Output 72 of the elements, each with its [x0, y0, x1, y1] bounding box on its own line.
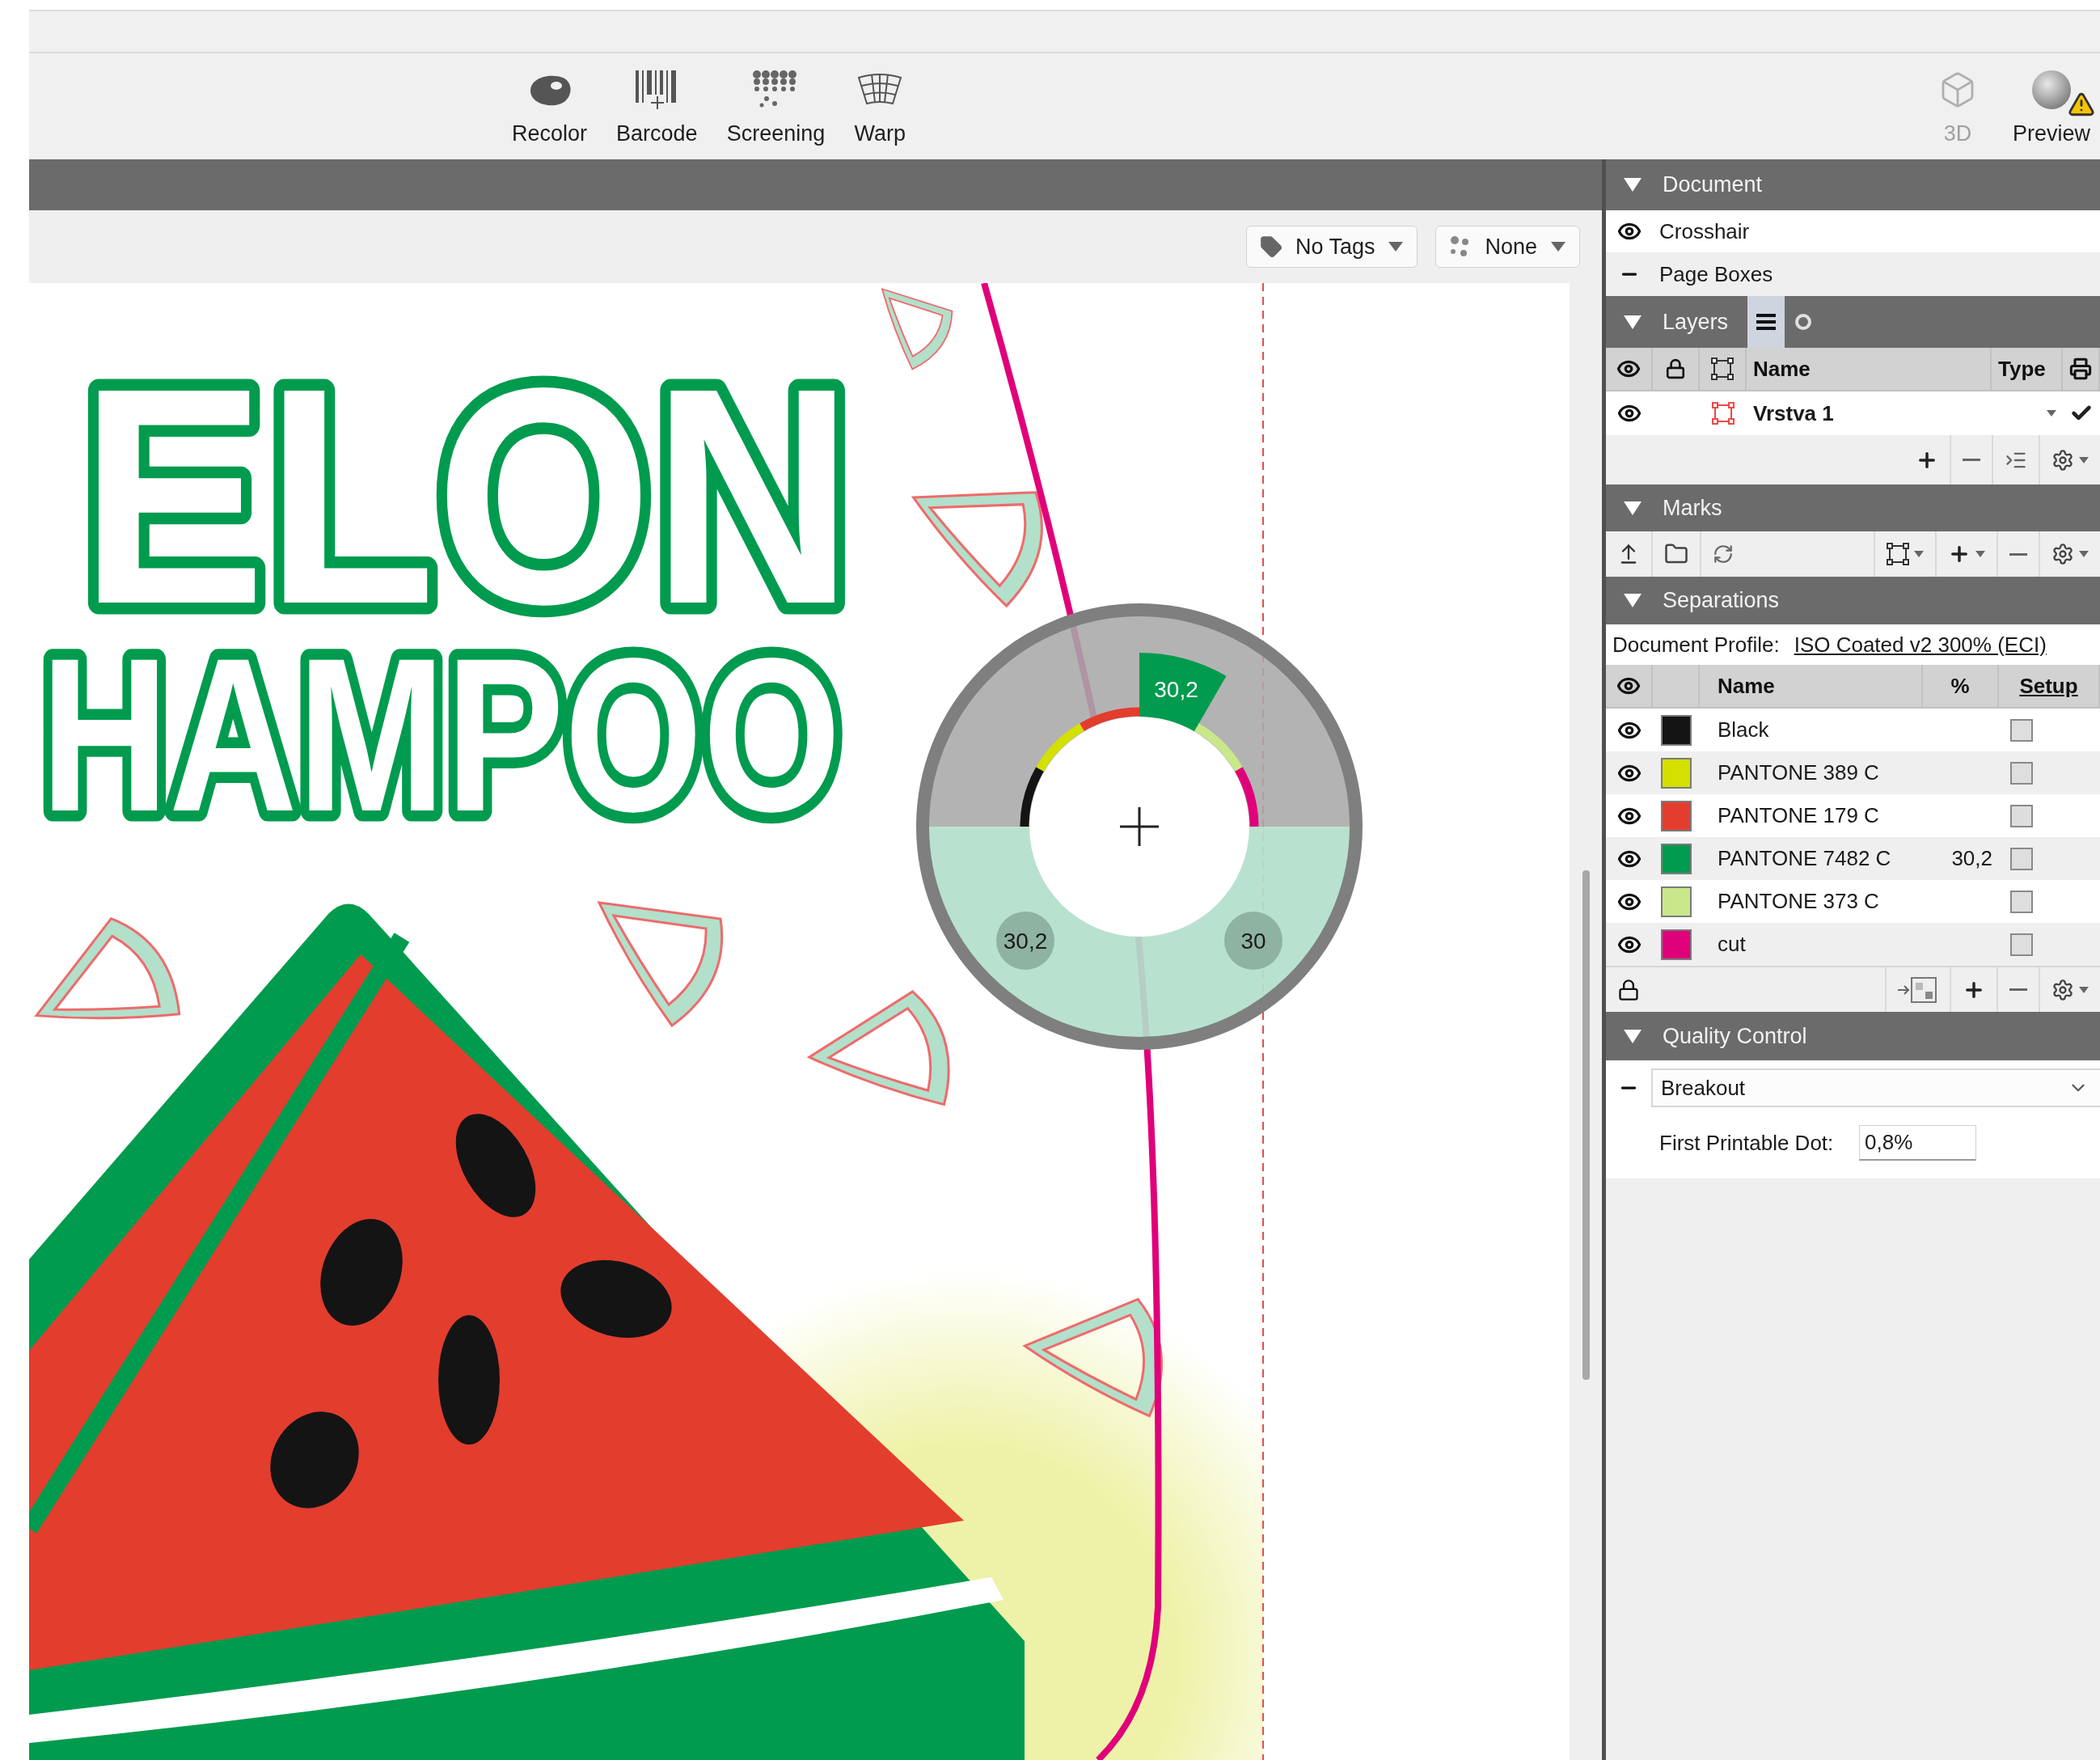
separation-row[interactable]: PANTONE 373 C	[1606, 880, 2100, 923]
settings-icon	[2051, 543, 2074, 565]
printer-icon	[2069, 357, 2092, 381]
caret-icon	[2079, 986, 2089, 993]
setup-checkbox[interactable]	[2010, 890, 2033, 913]
grouping-dropdown[interactable]: None	[1435, 226, 1580, 268]
settings-icon	[2051, 448, 2074, 472]
sphere-icon	[2030, 69, 2073, 111]
setup-checkbox[interactable]	[2010, 718, 2033, 742]
caret-icon	[1914, 551, 1924, 557]
reading-bubble	[1224, 912, 1282, 970]
column-header[interactable]: Name	[1753, 356, 1811, 382]
toolbar-button[interactable]: Recolor	[502, 60, 598, 153]
refresh-icon	[1713, 544, 1734, 565]
circle-icon	[1794, 312, 1814, 332]
lock-icon	[1617, 978, 1640, 1001]
view-tab[interactable]	[1747, 296, 1785, 348]
setup-checkbox[interactable]	[2010, 847, 2033, 870]
caret-icon	[2079, 551, 2089, 557]
field-label: First Printable Dot:	[1658, 1130, 1835, 1156]
caret-icon	[1388, 242, 1405, 252]
separation-percent: 30,2	[1951, 846, 1992, 871]
column-header[interactable]: %	[1950, 673, 1970, 699]
column-header[interactable]: Name	[1718, 673, 1775, 699]
separation-name: PANTONE 179 C	[1718, 803, 1879, 828]
caret-icon	[1975, 551, 1985, 557]
input-field[interactable]: 0,8%	[1859, 1125, 1976, 1161]
column-header[interactable]: Type	[1998, 356, 2046, 382]
toolbar-button[interactable]: Preview	[2002, 60, 2100, 153]
settings-icon	[2051, 978, 2074, 1001]
minus-icon	[2009, 988, 2027, 991]
setup-checkbox[interactable]	[2010, 761, 2033, 785]
separation-name: Black	[1718, 717, 1769, 742]
tab-reading: 30,2	[1154, 677, 1198, 702]
check-select[interactable]: Breakout	[1651, 1068, 2100, 1107]
toolbar-button[interactable]: Screening	[716, 60, 835, 153]
reading-value: 30	[1240, 929, 1266, 954]
column-header[interactable]: Setup	[2019, 673, 2078, 699]
profile-link[interactable]: ISO Coated v2 300% (ECI)	[1794, 632, 2047, 658]
separation-arc[interactable]	[1020, 767, 1044, 827]
minus-icon	[2009, 552, 2027, 556]
separation-tab[interactable]	[1139, 653, 1227, 732]
frame-icon	[1712, 402, 1735, 425]
caret-icon	[1550, 242, 1566, 252]
caret-icon	[2047, 410, 2056, 417]
setup-checkbox[interactable]	[2010, 933, 2033, 956]
setup-checkbox[interactable]	[2010, 804, 2033, 827]
scrollbar-thumb[interactable]	[1582, 870, 1590, 1380]
crosshair-icon	[1120, 807, 1159, 846]
separation-name: PANTONE 7482 C	[1718, 846, 1891, 871]
separation-row[interactable]: PANTONE 179 C	[1606, 794, 2100, 837]
minus-icon	[1963, 459, 1980, 461]
profile-label: Document Profile:	[1612, 632, 1780, 658]
toolbar-button[interactable]: Warp	[844, 60, 916, 153]
arrow-grid-icon	[1898, 975, 1938, 1004]
list-icon	[1756, 313, 1777, 331]
document-item[interactable]: Crosshair	[1606, 210, 2100, 252]
frame-icon	[1711, 358, 1734, 380]
layer-name: Vrstva 1	[1753, 400, 1834, 426]
frame-plus-icon	[1887, 543, 1909, 565]
reading-value: 30,2	[1003, 929, 1048, 954]
tags-dropdown[interactable]: No Tags	[1245, 226, 1418, 268]
layer-row[interactable]: Vrstva 1	[1606, 391, 2100, 435]
caret-icon	[2079, 456, 2089, 463]
separation-name: cut	[1718, 932, 1746, 957]
separation-name: PANTONE 389 C	[1718, 760, 1879, 785]
toolbar-button[interactable]: Barcode	[606, 60, 708, 153]
lock-icon	[1665, 358, 1686, 379]
tag-icon	[1259, 235, 1282, 258]
reading-bubble	[996, 912, 1054, 970]
separation-row[interactable]: Black	[1606, 709, 2100, 751]
separation-name: PANTONE 373 C	[1718, 889, 1879, 914]
